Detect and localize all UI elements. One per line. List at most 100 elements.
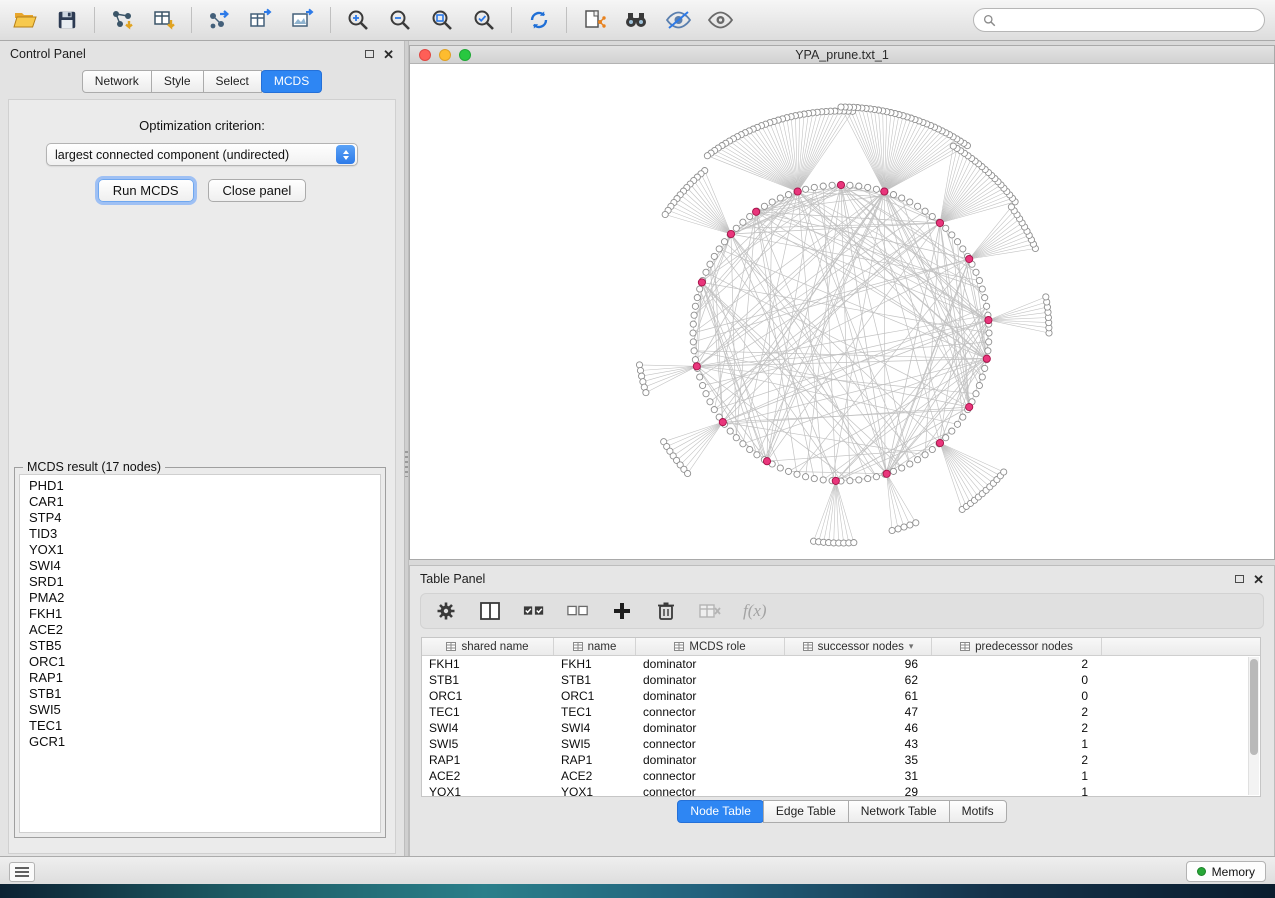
graph-node[interactable] <box>984 303 990 309</box>
graph-node[interactable] <box>794 188 801 195</box>
table-row[interactable]: STB1STB1dominator620 <box>422 672 1260 688</box>
graph-node[interactable] <box>915 457 921 463</box>
graph-node[interactable] <box>949 232 955 238</box>
graph-node[interactable] <box>847 182 853 188</box>
graph-node[interactable] <box>985 317 992 324</box>
scrollbar-thumb[interactable] <box>1250 659 1258 755</box>
graph-node[interactable] <box>960 246 966 252</box>
tab-network-table[interactable]: Network Table <box>848 800 950 823</box>
tab-motifs[interactable]: Motifs <box>949 800 1007 823</box>
close-panel-icon[interactable]: ✕ <box>383 48 394 61</box>
graph-node[interactable] <box>707 261 713 267</box>
graph-node[interactable] <box>716 246 722 252</box>
graph-node[interactable] <box>693 363 700 370</box>
graph-node[interactable] <box>865 476 871 482</box>
delete-column-icon[interactable] <box>655 600 677 622</box>
graph-node[interactable] <box>692 357 698 363</box>
graph-node[interactable] <box>747 213 753 219</box>
mcds-result-item[interactable]: TID3 <box>20 526 380 542</box>
column-header-predecessor-nodes[interactable]: predecessor nodes <box>932 638 1102 655</box>
graph-node[interactable] <box>777 465 783 471</box>
graph-node[interactable] <box>763 458 770 465</box>
graph-node[interactable] <box>777 195 783 201</box>
graph-node[interactable] <box>662 211 668 217</box>
graph-node[interactable] <box>915 203 921 209</box>
graph-node[interactable] <box>811 184 817 190</box>
graph-node[interactable] <box>740 441 746 447</box>
network-canvas[interactable] <box>410 65 1274 559</box>
graph-node[interactable] <box>847 478 853 484</box>
split-panel-icon[interactable] <box>479 600 501 622</box>
graph-node[interactable] <box>986 339 992 345</box>
graph-node[interactable] <box>943 225 949 231</box>
task-history-button[interactable] <box>9 862 35 882</box>
graph-node[interactable] <box>637 367 643 373</box>
mcds-result-item[interactable]: STB1 <box>20 686 380 702</box>
mcds-result-item[interactable]: GCR1 <box>20 734 380 750</box>
graph-node[interactable] <box>820 477 826 483</box>
graph-node[interactable] <box>966 255 973 262</box>
graph-node[interactable] <box>698 279 705 286</box>
mcds-result-item[interactable]: CAR1 <box>20 494 380 510</box>
column-header-name[interactable]: name <box>554 638 636 655</box>
graph-node[interactable] <box>690 330 696 336</box>
table-scrollbar[interactable] <box>1248 657 1259 795</box>
mcds-result-item[interactable]: RAP1 <box>20 670 380 686</box>
column-header-MCDS-role[interactable]: MCDS role <box>636 638 785 655</box>
graph-node[interactable] <box>986 330 992 336</box>
mcds-result-item[interactable]: SRD1 <box>20 574 380 590</box>
graph-node[interactable] <box>685 470 691 476</box>
mcds-result-item[interactable]: STP4 <box>20 510 380 526</box>
tab-network[interactable]: Network <box>82 70 152 93</box>
graph-node[interactable] <box>740 219 746 225</box>
zoom-in-icon[interactable] <box>345 7 371 33</box>
float-panel-icon[interactable] <box>365 50 374 58</box>
graph-node[interactable] <box>922 452 928 458</box>
float-table-panel-icon[interactable] <box>1235 575 1244 583</box>
graph-node[interactable] <box>747 446 753 452</box>
graph-node[interactable] <box>983 355 990 362</box>
graph-node[interactable] <box>838 104 844 110</box>
graph-node[interactable] <box>832 477 839 484</box>
graph-node[interactable] <box>697 374 703 380</box>
graph-node[interactable] <box>907 199 913 205</box>
search-network-icon[interactable] <box>623 7 649 33</box>
column-header-successor-nodes[interactable]: successor nodes▾ <box>785 638 932 655</box>
table-row[interactable]: SWI4SWI4dominator462 <box>422 720 1260 736</box>
graph-node[interactable] <box>943 435 949 441</box>
graph-node[interactable] <box>785 468 791 474</box>
mcds-result-item[interactable]: PMA2 <box>20 590 380 606</box>
graph-node[interactable] <box>985 348 991 354</box>
graph-node[interactable] <box>973 391 979 397</box>
tab-select[interactable]: Select <box>203 70 262 93</box>
graph-node[interactable] <box>643 390 649 396</box>
export-network-icon[interactable] <box>206 7 232 33</box>
graph-node[interactable] <box>727 230 734 237</box>
import-table-icon[interactable] <box>151 7 177 33</box>
mcds-result-item[interactable]: STB5 <box>20 638 380 654</box>
table-settings-gear-icon[interactable] <box>435 600 457 622</box>
graph-node[interactable] <box>703 269 709 275</box>
mcds-result-item[interactable]: YOX1 <box>20 542 380 558</box>
graph-node[interactable] <box>1008 204 1014 210</box>
graph-node[interactable] <box>899 465 905 471</box>
bird-eye-view-icon[interactable] <box>707 7 733 33</box>
graph-node[interactable] <box>769 199 775 205</box>
close-panel-button[interactable]: Close panel <box>208 179 307 202</box>
mcds-result-item[interactable]: SWI5 <box>20 702 380 718</box>
graph-node[interactable] <box>803 474 809 480</box>
graph-node[interactable] <box>704 153 710 159</box>
graph-node[interactable] <box>890 468 896 474</box>
graph-node[interactable] <box>754 452 760 458</box>
graph-node[interactable] <box>691 312 697 318</box>
table-row[interactable]: FKH1FKH1dominator962 <box>422 656 1260 672</box>
graph-node[interactable] <box>700 382 706 388</box>
graph-node[interactable] <box>711 407 717 413</box>
graph-node[interactable] <box>907 522 913 528</box>
zoom-out-icon[interactable] <box>387 7 413 33</box>
add-column-icon[interactable] <box>611 600 633 622</box>
graph-node[interactable] <box>803 186 809 192</box>
mcds-result-item[interactable]: ACE2 <box>20 622 380 638</box>
graph-node[interactable] <box>692 303 698 309</box>
graph-node[interactable] <box>979 286 985 292</box>
